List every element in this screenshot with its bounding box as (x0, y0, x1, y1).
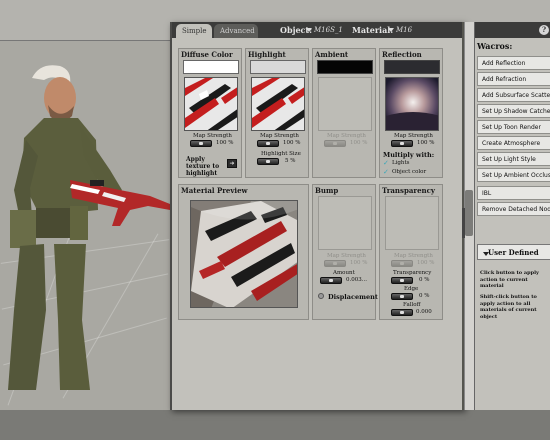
material-value[interactable]: M16 (396, 26, 412, 34)
diffuse-title: Diffuse Color (181, 50, 233, 59)
soldier-figure (8, 65, 170, 390)
ambient-map-strength-label: Map Strength (327, 133, 366, 139)
user-defined-dropdown[interactable]: User Defined (477, 244, 550, 260)
diffuse-texture-thumbnail[interactable] (184, 77, 238, 131)
material-dropdown-icon[interactable] (388, 28, 394, 32)
reflection-color-swatch[interactable] (384, 60, 440, 74)
object-value[interactable]: M16S_1 (314, 26, 343, 34)
bump-amount-label: Amount (333, 270, 355, 276)
highlight-size-value: 5 % (285, 158, 296, 164)
panel-scrollbar-thumb[interactable] (465, 190, 473, 236)
lights-label: Lights (392, 160, 410, 166)
lights-checkbox[interactable]: ✓ (383, 160, 389, 167)
bump-amount-slider[interactable] (320, 277, 342, 284)
wacros-header: ? (475, 22, 550, 38)
transparency-amount-value: 0 % (419, 277, 430, 283)
chevron-down-icon (483, 252, 489, 256)
create-atmosphere-button[interactable]: Create Atmosphere (477, 136, 550, 150)
falloff-slider[interactable] (391, 309, 413, 316)
wacros-panel: ? Wacros: Add Reflection Add Refraction … (474, 22, 550, 410)
apply-texture-label: Apply texture to highlight (186, 156, 220, 177)
diffuse-map-strength-label: Map Strength (193, 133, 232, 139)
reflection-map-strength-slider[interactable] (391, 140, 413, 147)
diffuse-color-swatch[interactable] (183, 60, 239, 74)
tab-advanced[interactable]: Advanced (214, 24, 258, 38)
click-instruction: Click button to apply action to current … (480, 270, 539, 289)
shift-click-instruction: Shift-click button to apply action to al… (480, 294, 537, 320)
highlight-map-strength-slider[interactable] (257, 140, 279, 147)
ambient-map-strength-slider[interactable] (324, 140, 346, 147)
bump-title: Bump (315, 186, 339, 195)
transparency-map-strength-label: Map Strength (394, 253, 433, 259)
edge-label: Edge (404, 286, 419, 292)
reflection-title: Reflection (382, 50, 422, 59)
displacement-label: Displacement (328, 293, 378, 301)
ambient-color-swatch[interactable] (317, 60, 373, 74)
panel-resize-handle[interactable] (462, 208, 465, 238)
add-subsurface-scattering-button[interactable]: Add Subsurface Scattering (477, 88, 550, 102)
panel-header: Simple Advanced Object: M16S_1 Material:… (172, 22, 462, 38)
user-defined-label: User Defined (488, 248, 539, 257)
set-up-shadow-catcher-button[interactable]: Set Up Shadow Catcher (477, 104, 550, 118)
ibl-button[interactable]: IBL (477, 186, 550, 200)
add-reflection-button[interactable]: Add Reflection (477, 56, 550, 70)
edge-value: 0 % (419, 293, 430, 299)
multiply-with-label: Multiply with: (383, 151, 435, 159)
transparency-title: Transparency (382, 186, 435, 195)
highlight-texture-thumbnail[interactable] (251, 77, 305, 131)
reflection-texture-thumbnail[interactable] (385, 77, 439, 131)
ambient-map-strength-value: 100 % (350, 140, 368, 146)
reflection-map-strength-label: Map Strength (394, 133, 433, 139)
viewport-bottom-strip (0, 410, 550, 440)
diffuse-map-strength-value: 100 % (216, 140, 234, 146)
tab-simple[interactable]: Simple (176, 24, 212, 38)
highlight-map-strength-label: Map Strength (260, 133, 299, 139)
falloff-label: Falloff (403, 302, 421, 308)
set-up-toon-render-button[interactable]: Set Up Toon Render (477, 120, 550, 134)
bump-map-strength-value: 100 % (350, 260, 368, 266)
ambient-title: Ambient (315, 50, 349, 59)
object-color-label: Object color (392, 169, 427, 175)
displacement-radio[interactable] (318, 293, 324, 299)
highlight-size-slider[interactable] (257, 158, 279, 165)
bump-map-strength-label: Map Strength (327, 253, 366, 259)
set-up-light-style-button[interactable]: Set Up Light Style (477, 152, 550, 166)
material-preview-title: Material Preview (181, 186, 248, 195)
add-refraction-button[interactable]: Add Refraction (477, 72, 550, 86)
transparency-texture-slot[interactable] (385, 196, 439, 250)
remove-detached-nodes-button[interactable]: Remove Detached Nodes (477, 202, 550, 216)
highlight-size-label: Highlight Size (261, 151, 301, 157)
help-icon[interactable]: ? (539, 25, 549, 35)
ambient-texture-slot[interactable] (318, 77, 372, 131)
highlight-map-strength-value: 100 % (283, 140, 301, 146)
material-editor-panel: Simple Advanced Object: M16S_1 Material:… (170, 22, 464, 410)
material-preview-image[interactable] (190, 200, 298, 308)
set-up-ambient-occlusion-button[interactable]: Set Up Ambient Occlusion (477, 168, 550, 182)
diffuse-map-strength-slider[interactable] (190, 140, 212, 147)
transparency-amount-label: Transparency (393, 270, 432, 276)
edge-slider[interactable] (391, 293, 413, 300)
bump-texture-slot[interactable] (318, 196, 372, 250)
object-color-checkbox[interactable]: ✓ (383, 169, 389, 176)
object-dropdown-icon[interactable] (306, 28, 312, 32)
reflection-map-strength-value: 100 % (417, 140, 435, 146)
transparency-map-strength-slider[interactable] (391, 260, 413, 267)
highlight-title: Highlight (248, 50, 286, 59)
wacros-title: Wacros: (477, 41, 513, 51)
bump-amount-value: 0.003... (346, 277, 367, 283)
apply-texture-button[interactable]: ➜ (227, 159, 237, 168)
bump-map-strength-slider[interactable] (324, 260, 346, 267)
transparency-map-strength-value: 100 % (417, 260, 435, 266)
falloff-value: 0.000 (416, 309, 432, 315)
transparency-amount-slider[interactable] (391, 277, 413, 284)
highlight-color-swatch[interactable] (250, 60, 306, 74)
